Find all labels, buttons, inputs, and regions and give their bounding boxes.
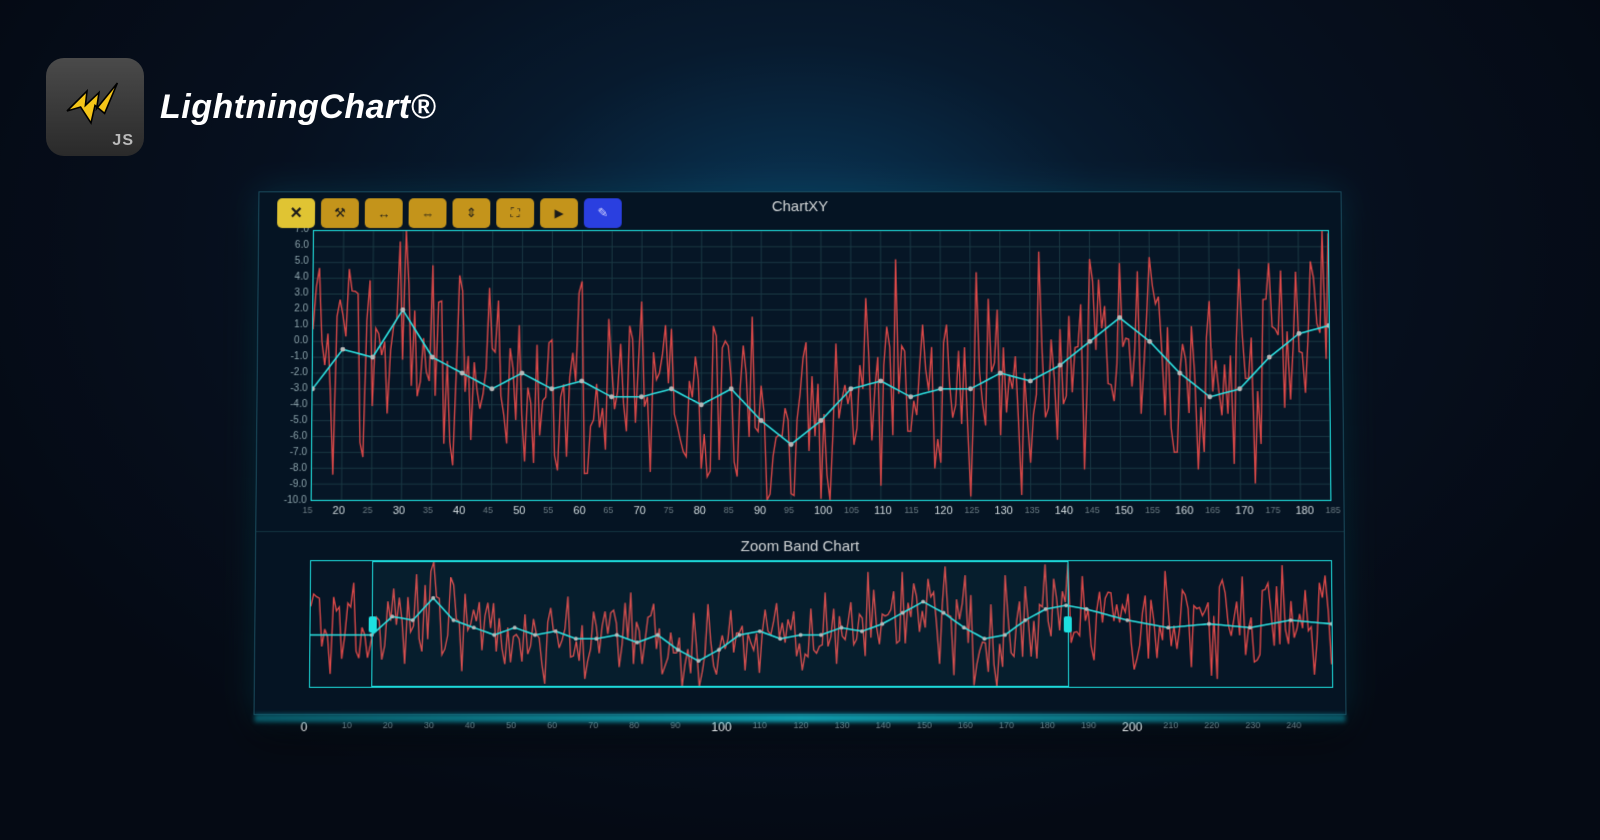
y-tick: -5.0	[279, 415, 307, 426]
x-tick: 95	[784, 505, 794, 515]
y-tick: -2.0	[280, 367, 308, 378]
close-icon[interactable]: ×	[277, 198, 315, 228]
x-tick: 125	[964, 505, 979, 515]
zoom-x-tick: 70	[588, 720, 598, 730]
x-tick: 160	[1175, 505, 1193, 517]
x-tick: 85	[724, 505, 734, 515]
zoom-in-y-icon[interactable]: ⇕	[452, 198, 490, 228]
brand-logo: JS LightningChart®	[46, 58, 436, 156]
x-tick: 25	[363, 505, 373, 515]
y-tick: -7.0	[279, 447, 307, 458]
x-tick: 165	[1205, 505, 1220, 515]
x-tick: 15	[302, 505, 312, 515]
zoom-x-tick: 90	[670, 720, 680, 730]
zoom-x-tick: 240	[1286, 720, 1301, 730]
chart-toolbar: ×⚒↔⇔⇕⛶▶✎	[277, 198, 622, 228]
zoom-x-tick: 110	[752, 720, 766, 730]
x-tick: 135	[1025, 505, 1040, 515]
zoom-band-chart[interactable]: Zoom Band Chart 010203040506070809010011…	[255, 531, 1346, 714]
main-chart[interactable]: ChartXY ×⚒↔⇔⇕⛶▶✎ 7.06.05.04.03.02.01.00.…	[256, 192, 1343, 531]
zoom-x-tick: 80	[629, 720, 639, 730]
y-tick: -1.0	[280, 351, 308, 362]
y-tick: 1.0	[280, 319, 308, 330]
x-tick: 175	[1265, 505, 1280, 515]
y-tick: 4.0	[281, 272, 309, 283]
play-icon[interactable]: ▶	[540, 198, 578, 228]
zoom-x-tick: 30	[424, 720, 434, 730]
x-tick: 140	[1055, 505, 1073, 517]
zoom-x-tick: 10	[342, 720, 352, 730]
x-tick: 80	[694, 505, 706, 517]
js-badge: JS	[112, 132, 134, 150]
x-tick: 60	[573, 505, 585, 517]
x-tick: 75	[664, 505, 674, 515]
x-tick: 70	[633, 505, 645, 517]
zoom-chart-title: Zoom Band Chart	[256, 532, 1344, 557]
y-tick: -4.0	[279, 399, 307, 410]
y-tick: -8.0	[279, 463, 307, 474]
zoom-x-tick: 40	[465, 720, 475, 730]
zoom-plot-area[interactable]	[309, 560, 1333, 688]
y-tick: -6.0	[279, 431, 307, 442]
zoom-x-tick: 20	[383, 720, 393, 730]
x-tick: 100	[814, 505, 832, 517]
zoom-x-tick: 180	[1040, 720, 1055, 730]
zoom-x-tick: 150	[917, 720, 932, 730]
x-tick: 65	[603, 505, 613, 515]
zoom-x-tick: 220	[1204, 720, 1219, 730]
zoom-x-tick: 0	[301, 720, 308, 734]
x-tick: 120	[934, 505, 952, 517]
zoom-x-tick: 170	[999, 720, 1014, 730]
zoom-x-tick: 60	[547, 720, 557, 730]
zoom-x-tick: 120	[794, 720, 809, 730]
y-tick: 2.0	[280, 303, 308, 314]
fit-icon[interactable]: ⛶	[496, 198, 534, 228]
x-tick: 145	[1085, 505, 1100, 515]
x-tick: 170	[1235, 505, 1253, 517]
chart-panel: ChartXY ×⚒↔⇔⇕⛶▶✎ 7.06.05.04.03.02.01.00.…	[254, 191, 1347, 715]
x-tick: 90	[754, 505, 766, 517]
y-tick: -9.0	[279, 479, 307, 490]
x-tick: 30	[393, 505, 405, 517]
x-tick: 110	[874, 505, 892, 517]
x-tick: 180	[1295, 505, 1313, 517]
zoom-x-tick: 100	[711, 720, 731, 734]
edit-icon[interactable]: ✎	[584, 198, 622, 228]
y-tick: 5.0	[281, 256, 309, 267]
lightning-icon: JS	[46, 58, 144, 156]
y-tick: 6.0	[281, 240, 309, 251]
x-tick: 35	[423, 505, 433, 515]
zoom-x-tick: 50	[506, 720, 516, 730]
x-tick: 45	[483, 505, 493, 515]
y-tick: -3.0	[280, 383, 308, 394]
y-tick: 0.0	[280, 335, 308, 346]
main-plot-area[interactable]	[311, 230, 1332, 501]
tree-icon[interactable]: ⚒	[321, 198, 359, 228]
zoom-x-tick: 210	[1163, 720, 1178, 730]
x-tick: 20	[333, 505, 345, 517]
x-tick: 115	[904, 505, 918, 515]
zoom-x-tick: 130	[835, 720, 850, 730]
zoom-x-tick: 160	[958, 720, 973, 730]
x-tick: 155	[1145, 505, 1160, 515]
x-tick: 185	[1325, 505, 1340, 515]
y-tick: 3.0	[280, 288, 308, 299]
zoom-x-tick: 230	[1245, 720, 1260, 730]
x-tick: 50	[513, 505, 525, 517]
x-tick: 55	[543, 505, 553, 515]
zoom-x-tick: 190	[1081, 720, 1096, 730]
zoom-x-tick: 200	[1122, 720, 1142, 734]
x-tick: 150	[1115, 505, 1133, 517]
x-tick: 40	[453, 505, 465, 517]
x-tick: 105	[844, 505, 859, 515]
zoom-in-x-icon[interactable]: ⇔	[409, 198, 447, 228]
x-tick: 130	[995, 505, 1013, 517]
zoom-out-x-icon[interactable]: ↔	[365, 198, 403, 228]
zoom-x-tick: 140	[876, 720, 891, 730]
brand-name: LightningChart®	[160, 88, 436, 127]
